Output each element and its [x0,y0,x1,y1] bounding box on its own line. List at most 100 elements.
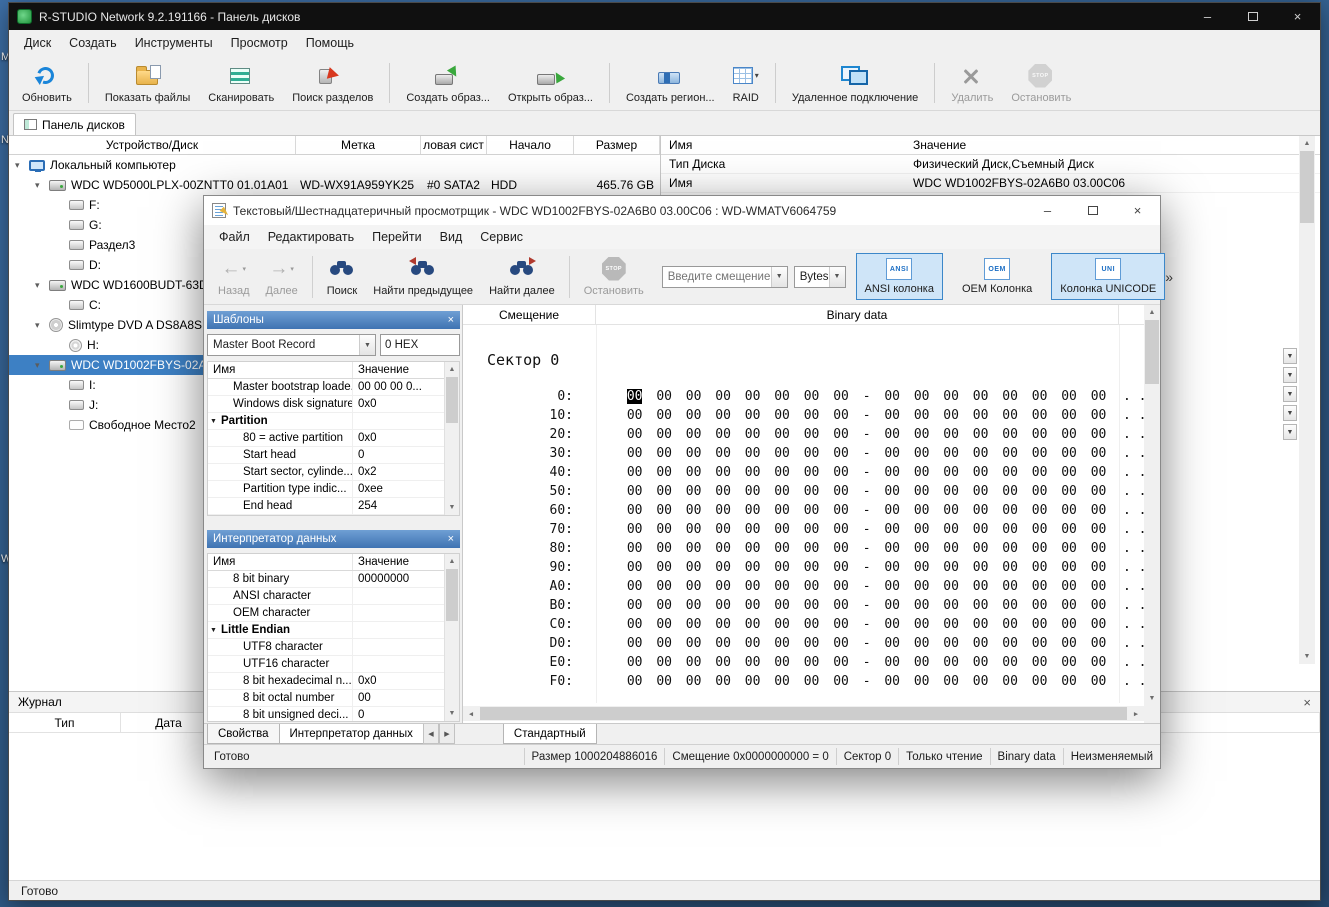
menu-item[interactable]: Инструменты [126,36,222,50]
expander-icon[interactable]: ▾ [15,160,29,171]
interpreter-row[interactable]: 8 bit unsigned deci... 0 [208,707,459,721]
column-toggle-button[interactable]: UNI Колонка UNICODE [1051,253,1165,300]
interpreter-row[interactable]: 8 bit hexadecimal n... 0x0 [208,673,459,690]
hex-row[interactable]: 40: 00 00 00 00 00 00 00 00 - 00 00 00 0… [463,465,1144,484]
offset-column-header[interactable]: Смещение [463,305,596,324]
grid-column-value[interactable]: Значение [352,554,459,570]
column-header-type[interactable]: Тип [9,713,121,732]
template-field-row[interactable]: Start sector, cylinde... 0x2 [208,464,459,481]
toolbar-button[interactable]: STOP Остановить [1002,58,1080,108]
hex-row[interactable]: 30: 00 00 00 00 00 00 00 00 - 00 00 00 0… [463,446,1144,465]
scrollbar-thumb[interactable] [1145,320,1159,384]
hex-byte-selected[interactable]: 00 [627,408,643,423]
maximize-button[interactable] [1230,3,1275,30]
column-header-filesystem[interactable]: ловая сист [421,136,487,154]
hex-row[interactable]: 10: 00 00 00 00 00 00 00 00 - 00 00 00 0… [463,408,1144,427]
grid-column-value[interactable]: Значение [352,362,459,378]
value-dropdown-icon[interactable] [1283,386,1297,402]
interpreter-row[interactable]: ANSI character [208,588,459,605]
scrollbar-thumb[interactable] [1300,151,1314,223]
column-header-start[interactable]: Начало [487,136,574,154]
tab-scroll-left-icon[interactable]: ◀ [423,724,439,744]
hex-row[interactable]: 90: 00 00 00 00 00 00 00 00 - 00 00 00 0… [463,560,1144,579]
template-field-row[interactable]: Start head 0 [208,447,459,464]
menu-item[interactable]: Диск [15,36,60,50]
scroll-up-icon[interactable] [445,362,459,377]
interpreter-row[interactable]: OEM character [208,605,459,622]
hex-byte-selected[interactable]: 00 [627,579,643,594]
hex-byte-selected[interactable]: 00 [627,560,643,575]
dropdown-arrow-icon[interactable]: ▾ [755,71,759,80]
hex-byte-selected[interactable]: 00 [627,484,643,499]
stop-button[interactable]: STOP Остановить [576,254,652,300]
menu-item[interactable]: Сервис [471,230,532,244]
expander-icon[interactable]: ▾ [35,320,49,331]
panel-tab[interactable]: Интерпретатор данных [279,724,424,744]
interpreter-scrollbar[interactable] [444,554,459,721]
toolbar-button[interactable]: Обновить [13,58,81,108]
scroll-down-icon[interactable] [445,706,459,721]
menu-item[interactable]: Просмотр [222,36,297,50]
expander-icon[interactable]: ▼ [210,627,221,634]
toolbar-button[interactable]: ▾ RAID [724,58,768,108]
expander-icon[interactable]: ▾ [35,280,49,291]
column-header-value[interactable]: Значение [906,136,1320,154]
toolbar-overflow-button[interactable]: » [1165,269,1173,285]
unit-combobox[interactable]: Bytes [794,266,846,288]
hex-row[interactable]: 50: 00 00 00 00 00 00 00 00 - 00 00 00 0… [463,484,1144,503]
hex-row[interactable]: B0: 00 00 00 00 00 00 00 00 - 00 00 00 0… [463,598,1144,617]
hex-byte-selected[interactable]: 00 [627,617,643,632]
chevron-down-icon[interactable] [359,335,375,355]
hex-editor-area[interactable]: Смещение Binary data Сектор 0 0: 00 00 0… [462,305,1144,723]
hex-byte-selected[interactable]: 00 [627,389,643,404]
offset-combobox[interactable] [662,266,788,288]
toolbar-button[interactable]: Создать регион... [617,58,724,108]
template-field-row[interactable]: End head 254 [208,498,459,515]
tab-standard-view[interactable]: Стандартный [503,724,597,744]
template-field-row[interactable]: Partition type indic... 0xee [208,481,459,498]
hex-byte-selected[interactable]: 00 [627,465,643,480]
hex-row[interactable]: E0: 00 00 00 00 00 00 00 00 - 00 00 00 0… [463,655,1144,674]
find-previous-button[interactable]: Найти предыдущее [365,254,481,300]
dropdown-arrow-icon[interactable] [243,265,247,273]
scroll-left-icon[interactable] [463,706,479,721]
close-icon[interactable]: × [448,533,454,545]
property-row[interactable]: Имя WDC WD1002FBYS-02A6B0 03.00C06 [661,174,1320,193]
toolbar-button[interactable]: Удалить [942,58,1002,108]
hex-byte-selected[interactable]: 00 [627,674,643,689]
tab-scroll-right-icon[interactable]: ▶ [439,724,455,744]
hex-vertical-scrollbar[interactable] [1144,305,1160,723]
hex-row[interactable]: F0: 00 00 00 00 00 00 00 00 - 00 00 00 0… [463,674,1144,693]
find-next-button[interactable]: Найти далее [481,254,563,300]
menu-item[interactable]: Перейти [363,230,431,244]
interpreter-row[interactable]: 8 bit binary 00000000 [208,571,459,588]
toolbar-button[interactable]: Поиск разделов [283,58,382,108]
hex-row[interactable]: 60: 00 00 00 00 00 00 00 00 - 00 00 00 0… [463,503,1144,522]
maximize-button[interactable] [1070,196,1115,225]
hex-row[interactable]: 0: 00 00 00 00 00 00 00 00 - 00 00 00 00… [463,389,1144,408]
toolbar-button[interactable]: Показать файлы [96,58,199,108]
value-dropdown-icon[interactable] [1283,367,1297,383]
interpreter-row[interactable]: 8 bit octal number 00 [208,690,459,707]
close-button[interactable]: × [1275,3,1320,30]
tab-disk-panel[interactable]: Панель дисков [13,113,136,135]
menu-item[interactable]: Помощь [297,36,363,50]
expander-icon[interactable]: ▾ [35,180,49,191]
value-dropdown-icon[interactable] [1283,348,1297,364]
hex-byte-selected[interactable]: 00 [627,446,643,461]
hex-byte-selected[interactable]: 00 [627,598,643,613]
journal-close-icon[interactable]: × [1303,695,1311,710]
grid-column-name[interactable]: Имя [208,362,352,378]
hex-byte-selected[interactable]: 00 [627,636,643,651]
template-offset-input[interactable] [380,334,460,356]
close-button[interactable]: × [1115,196,1160,225]
menu-item[interactable]: Создать [60,36,126,50]
scroll-down-icon[interactable] [1144,691,1160,706]
close-icon[interactable]: × [448,314,454,326]
hex-row[interactable]: 20: 00 00 00 00 00 00 00 00 - 00 00 00 0… [463,427,1144,446]
column-header-name[interactable]: Имя [661,136,906,154]
interpreter-row[interactable]: ▼Little Endian [208,622,459,639]
column-header-size[interactable]: Размер [574,136,660,154]
toolbar-button[interactable]: Создать образ... [397,58,499,108]
menu-item[interactable]: Редактировать [259,230,363,244]
